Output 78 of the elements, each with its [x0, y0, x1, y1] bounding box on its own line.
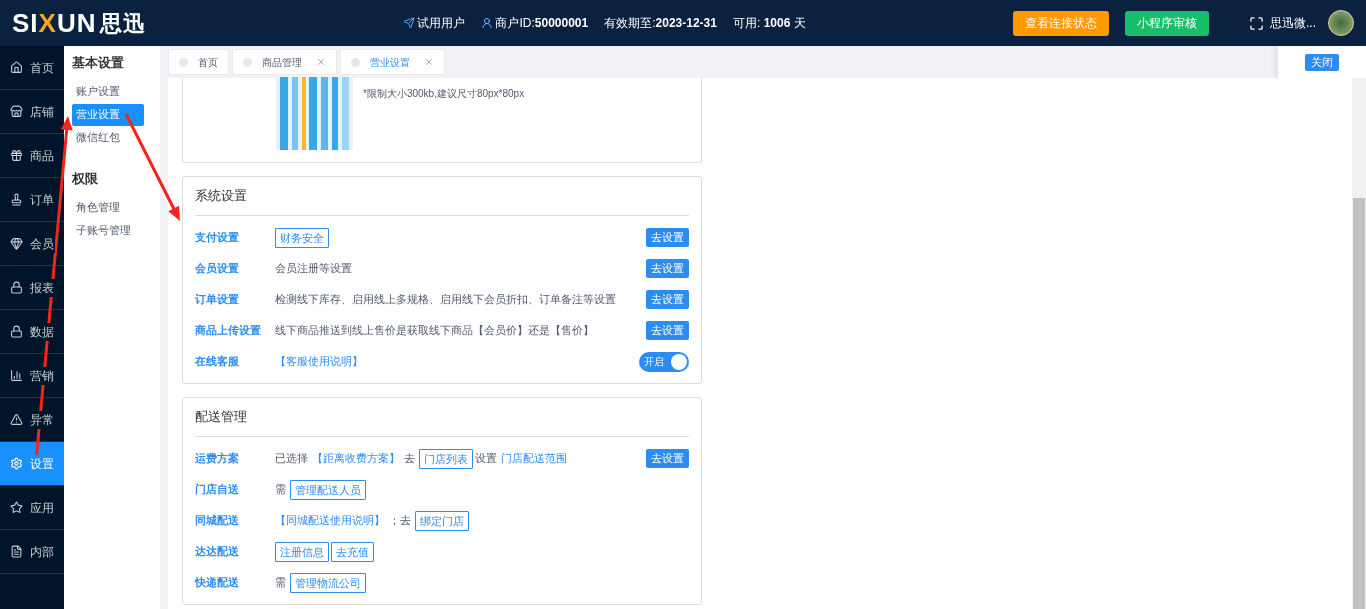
tag-link[interactable]: 管理配送人员 [290, 479, 366, 500]
stamp-icon [10, 193, 23, 206]
description-text: ；去 [389, 513, 411, 529]
submenu-heading: 权限 [72, 169, 99, 188]
go-settings-button[interactable]: 去设置 [646, 449, 689, 468]
row-label: 快递配送 [195, 575, 240, 591]
description-text: 需 [275, 575, 286, 591]
page-tab[interactable]: 营业设置 [340, 49, 445, 75]
submenu-item[interactable]: 营业设置 [72, 103, 144, 126]
nav-item[interactable]: 应用 [0, 486, 64, 530]
available-days-text: 可用: 1006 天 [732, 15, 806, 32]
row-label: 门店自送 [195, 482, 240, 498]
page-tab[interactable]: 首页 [168, 49, 229, 75]
help-link[interactable]: 【客服使用说明】 [275, 353, 363, 370]
row-label: 订单设置 [195, 292, 240, 308]
gem-icon [10, 237, 23, 250]
row-label: 商品上传设置 [195, 323, 262, 339]
description-text: 去 [404, 451, 415, 467]
help-link[interactable]: 【距离收费方案】 [312, 450, 400, 467]
card-title: 配送管理 [195, 398, 689, 437]
star-icon [10, 501, 23, 514]
bar-chart-icon [10, 369, 23, 382]
description-text: 检测线下库存、启用线上多规格、启用线下会员折扣、订单备注等设置 [275, 292, 616, 308]
go-settings-button[interactable]: 去设置 [646, 259, 689, 278]
gift-icon [10, 149, 23, 162]
go-settings-button[interactable]: 去设置 [646, 290, 689, 309]
tag-link[interactable]: 门店列表 [419, 448, 473, 469]
warning-icon [10, 413, 23, 426]
help-link[interactable]: 【同城配送使用说明】 [275, 512, 385, 529]
paper-plane-icon [403, 17, 416, 29]
submenu-item[interactable]: 角色管理 [72, 196, 144, 218]
nav-item[interactable]: 设置 [0, 442, 64, 486]
tag-link[interactable]: 财务安全 [275, 227, 329, 248]
close-button[interactable]: 关闭 [1305, 53, 1339, 71]
store-icon [10, 105, 23, 118]
avatar[interactable] [1328, 10, 1354, 36]
fullscreen-icon[interactable] [1249, 15, 1264, 31]
description-text: 会员注册等设置 [275, 261, 352, 277]
nav-item[interactable]: 内部 [0, 530, 64, 574]
tag-link[interactable]: 管理物流公司 [290, 572, 366, 593]
go-settings-button[interactable]: 去设置 [646, 321, 689, 340]
toggle-switch[interactable]: 开启 [639, 351, 689, 372]
description-text: 设置 [475, 451, 497, 467]
user-icon [481, 17, 494, 29]
nav-item[interactable]: 首页 [0, 46, 64, 90]
row-label: 运费方案 [195, 451, 240, 467]
page-tab[interactable]: 商品管理 [232, 49, 337, 75]
header-button[interactable]: 小程序审核 [1125, 10, 1209, 36]
home-icon [10, 61, 23, 74]
trial-user-text: 试用用户 [417, 15, 466, 32]
document-icon [10, 545, 23, 558]
header-button[interactable]: 查看连接状态 [1013, 10, 1109, 36]
row-label: 支付设置 [195, 230, 240, 246]
expiry-text: 有效期至:2023-12-31 [604, 15, 717, 32]
submenu-heading: 基本设置 [72, 54, 125, 72]
row-label: 同城配送 [195, 513, 240, 529]
merchant-id-text: 商户ID:50000001 [495, 15, 589, 32]
submenu-item[interactable]: 账户设置 [72, 80, 144, 103]
row-label: 达达配送 [195, 544, 240, 560]
description-text: 需 [275, 482, 286, 498]
card-title: 系统设置 [195, 177, 689, 216]
tag-link[interactable]: 去充值 [331, 541, 374, 562]
submenu-item[interactable]: 微信红包 [72, 126, 144, 149]
tag-link[interactable]: 注册信息 [275, 541, 329, 562]
description-text: 线下商品推送到线上售价是获取线下商品【会员价】还是【售价】 [275, 323, 594, 339]
description-text: 已选择 [275, 451, 308, 467]
row-label: 在线客服 [195, 354, 240, 370]
brand-logo: SIXUN 思迅 [12, 6, 147, 40]
help-link[interactable]: 门店配送范围 [501, 450, 567, 467]
tag-link[interactable]: 绑定门店 [415, 510, 469, 531]
username-text[interactable]: 思迅微... [1270, 14, 1316, 32]
upload-hint-text: *限制大小300kb,建议尺寸80px*80px [363, 87, 525, 101]
settings-icon [10, 457, 23, 470]
go-settings-button[interactable]: 去设置 [646, 228, 689, 247]
lock-icon [10, 281, 23, 294]
row-label: 会员设置 [195, 261, 240, 277]
submenu-item[interactable]: 子账号管理 [72, 219, 144, 241]
lock-icon [10, 325, 23, 338]
